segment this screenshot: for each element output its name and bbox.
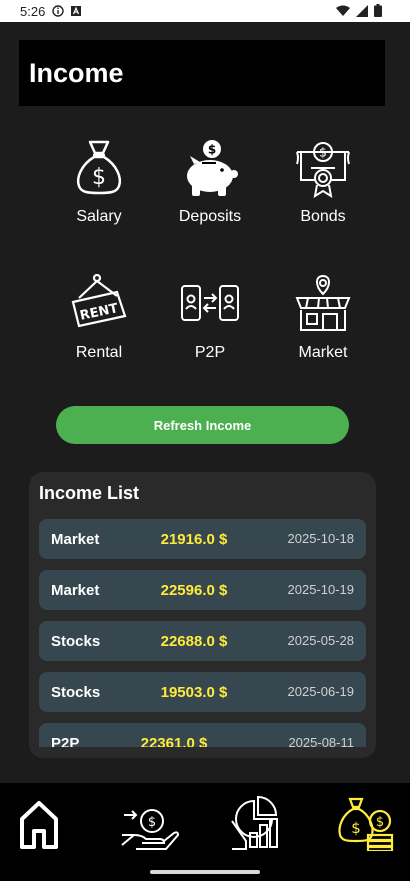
category-p2p[interactable]: P2P bbox=[155, 274, 265, 384]
income-list-item[interactable]: Stocks 19503.0 $ 2025-06-19 bbox=[39, 672, 366, 712]
income-list[interactable]: Market 21916.0 $ 2025-10-18 Market 22596… bbox=[39, 519, 367, 747]
home-icon bbox=[20, 801, 58, 849]
category-label-salary: Salary bbox=[76, 208, 122, 225]
nav-item-income[interactable]: $ $ bbox=[334, 795, 404, 853]
svg-text:$: $ bbox=[351, 819, 361, 837]
home-indicator bbox=[150, 870, 260, 874]
category-label-bonds: Bonds bbox=[300, 208, 346, 225]
category-market[interactable]: Market bbox=[268, 274, 378, 384]
income-list-item[interactable]: Market 21916.0 $ 2025-10-18 bbox=[39, 519, 366, 559]
wifi-icon bbox=[336, 5, 350, 16]
svg-text:$: $ bbox=[208, 143, 216, 157]
income-list-item[interactable]: P2P 22361.0 $ 2025-08-11 bbox=[39, 723, 366, 747]
status-bar: 5:26 bbox=[0, 0, 410, 22]
p2p-transfer-icon bbox=[181, 285, 239, 321]
rent-sign-icon: RENT bbox=[71, 274, 127, 328]
nav-item-income-transfer[interactable]: $ bbox=[112, 795, 182, 851]
svg-text:$: $ bbox=[92, 165, 106, 190]
item-date: 2025-10-18 bbox=[287, 531, 355, 546]
income-list-card: Income List Market 21916.0 $ 2025-10-18 … bbox=[29, 472, 376, 758]
nav-item-analytics[interactable] bbox=[224, 795, 294, 851]
battery-icon bbox=[374, 4, 382, 17]
analytics-chart-icon bbox=[231, 795, 278, 850]
income-list-item[interactable]: Stocks 22688.0 $ 2025-05-28 bbox=[39, 621, 366, 661]
income-list-item[interactable]: Market 22596.0 $ 2025-10-19 bbox=[39, 570, 366, 610]
income-list-title: Income List bbox=[39, 483, 140, 503]
item-date: 2025-06-19 bbox=[287, 684, 355, 699]
refresh-income-button[interactable]: Refresh Income bbox=[56, 406, 349, 444]
category-rental[interactable]: RENT Rental bbox=[44, 274, 154, 384]
category-deposits[interactable]: $ Deposits bbox=[155, 138, 265, 248]
svg-text:$: $ bbox=[376, 815, 384, 830]
svg-text:RENT: RENT bbox=[79, 301, 120, 324]
category-label-market: Market bbox=[298, 344, 348, 361]
nav-item-home[interactable] bbox=[4, 795, 74, 851]
item-date: 2025-05-28 bbox=[287, 633, 355, 648]
item-amount: 22361.0 $ bbox=[140, 735, 208, 747]
item-date: 2025-08-11 bbox=[288, 735, 354, 747]
bottom-navigation: $ $ $ bbox=[0, 783, 410, 881]
market-store-icon bbox=[295, 274, 351, 331]
font-a-icon bbox=[71, 6, 81, 16]
category-label-deposits: Deposits bbox=[178, 208, 242, 225]
header: Income bbox=[19, 40, 385, 106]
info-circle-icon bbox=[52, 5, 64, 17]
category-bonds[interactable]: $ Bonds bbox=[268, 138, 378, 248]
money-bags-coins-icon: $ $ bbox=[338, 797, 394, 853]
page-title: Income bbox=[29, 58, 124, 88]
svg-text:$: $ bbox=[148, 815, 156, 830]
hand-money-icon: $ bbox=[121, 809, 180, 850]
category-salary[interactable]: $ Salary bbox=[44, 138, 154, 248]
svg-text:$: $ bbox=[319, 146, 327, 160]
item-date: 2025-10-19 bbox=[287, 582, 355, 597]
bond-certificate-icon: $ bbox=[296, 142, 350, 198]
signal-icon bbox=[356, 4, 368, 17]
piggy-bank-icon: $ bbox=[187, 140, 238, 196]
status-time: 5:26 bbox=[20, 4, 46, 19]
money-bag-icon: $ bbox=[77, 140, 121, 195]
category-label-p2p: P2P bbox=[194, 344, 226, 361]
category-label-rental: Rental bbox=[75, 344, 123, 361]
